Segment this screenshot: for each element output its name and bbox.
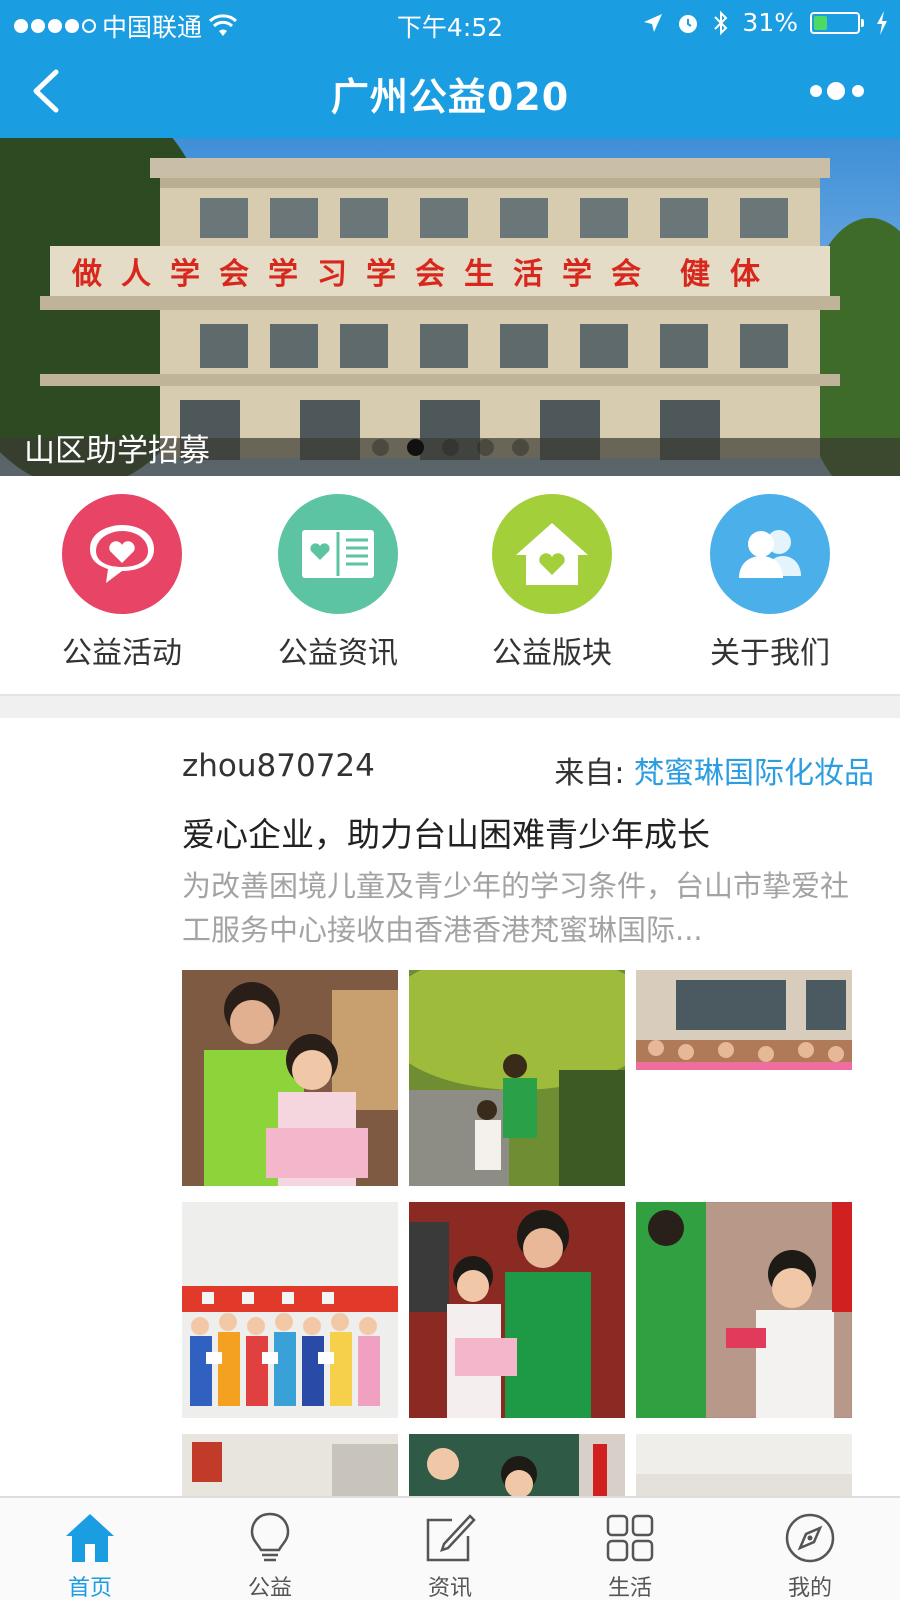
svg-text:学: 学 [562,257,592,292]
grid-icon [606,1514,654,1562]
location-arrow-icon [644,13,663,32]
tab-home[interactable]: 首页 [0,1498,180,1600]
svg-text:习: 习 [317,257,347,292]
section-divider [0,694,900,718]
chat-heart-icon [62,494,182,614]
tab-news[interactable]: 资讯 [360,1498,540,1600]
navigation-bar: 广州公益020 [0,46,900,138]
post-photo[interactable] [409,970,625,1186]
tab-bar: 首页 公益 资讯 生活 我的 [0,1496,900,1600]
carousel-dot[interactable] [442,439,459,456]
svg-text:生: 生 [464,257,494,292]
svg-text:活: 活 [513,257,543,292]
more-options-icon[interactable] [806,76,868,106]
svg-text:学: 学 [366,257,396,292]
post-photo[interactable] [182,970,398,1186]
post-photo[interactable] [182,1202,398,1418]
category-label: 公益版块 [492,636,612,671]
banner-caption: 山区助学招募 [24,433,210,469]
svg-text:体: 体 [730,257,761,292]
post-headline[interactable]: 爱心企业，助力台山困难青少年成长 [182,808,710,856]
status-right: 31% [642,8,888,37]
post-photo[interactable] [409,1202,625,1418]
post-source: 来自: 梵蜜琳国际化妆品 [554,748,874,792]
svg-text:学: 学 [170,257,200,292]
category-charity-news[interactable]: 公益资讯 [244,476,460,694]
open-book-icon [278,494,398,614]
category-about-us[interactable]: 关于我们 [676,476,900,694]
post-author[interactable]: zhou870724 [182,748,375,784]
tab-label: 生活 [607,1576,652,1600]
post-photo[interactable] [636,1202,852,1418]
svg-text:会: 会 [219,257,249,292]
svg-text:会: 会 [415,257,445,292]
svg-text:会: 会 [611,257,641,292]
app-screen: 中国联通 下午4:52 31% 广州公益020 做 人 学 会 学 习 学 会 … [0,0,900,1600]
lightbulb-icon [250,1512,290,1562]
tab-mine[interactable]: 我的 [720,1498,900,1600]
post-photo[interactable] [409,1434,625,1498]
tab-label: 首页 [67,1576,112,1600]
category-label: 关于我们 [710,636,830,671]
carousel-dot[interactable] [512,439,529,456]
tab-charity[interactable]: 公益 [180,1498,360,1600]
banner-carousel[interactable]: 做人学 会学习 学会生 活学会 健体 山区助学招募 [0,138,900,476]
house-heart-icon [492,494,612,614]
feed-post[interactable]: zhou870724 来自: 梵蜜琳国际化妆品 爱心企业，助力台山困难青少年成长… [0,718,900,1498]
page-title: 广州公益020 [330,75,570,119]
carousel-dot[interactable] [407,439,424,456]
tab-label: 我的 [787,1576,832,1600]
svg-text:学: 学 [268,257,298,292]
charging-icon [877,10,887,35]
battery-percent: 31% [742,8,798,37]
category-grid: 公益活动 公益资讯 公益版块 关于我们 [0,476,900,694]
category-label: 公益资讯 [278,636,398,671]
carousel-dot[interactable] [477,439,494,456]
svg-text:健: 健 [680,257,710,292]
tab-life[interactable]: 生活 [540,1498,720,1600]
post-photo[interactable] [636,970,852,1070]
bluetooth-icon [714,10,728,35]
post-summary: 为改善困境儿童及青少年的学习条件，台山市挚爱社工服务中心接收由香港香港梵蜜琳国际… [182,869,850,947]
tab-label: 公益 [247,1576,292,1600]
status-bar: 中国联通 下午4:52 31% [0,0,900,46]
users-icon [710,494,830,614]
category-charity-activities[interactable]: 公益活动 [0,476,244,694]
home-icon [66,1514,114,1562]
post-photo[interactable] [636,1434,852,1498]
compass-icon [785,1513,835,1563]
source-prefix: 来自: [554,756,625,791]
carousel-dot[interactable] [372,439,389,456]
carousel-indicator [372,439,529,456]
source-link[interactable]: 梵蜜琳国际化妆品 [634,756,874,791]
post-photo[interactable] [182,1434,398,1498]
edit-icon [426,1514,476,1562]
category-label: 公益活动 [62,636,182,671]
svg-text:做: 做 [71,257,102,292]
tab-label: 资讯 [427,1576,472,1600]
svg-text:人: 人 [121,257,151,292]
category-charity-sections[interactable]: 公益版块 [460,476,676,694]
alarm-icon [679,14,698,33]
battery-icon [810,11,864,34]
